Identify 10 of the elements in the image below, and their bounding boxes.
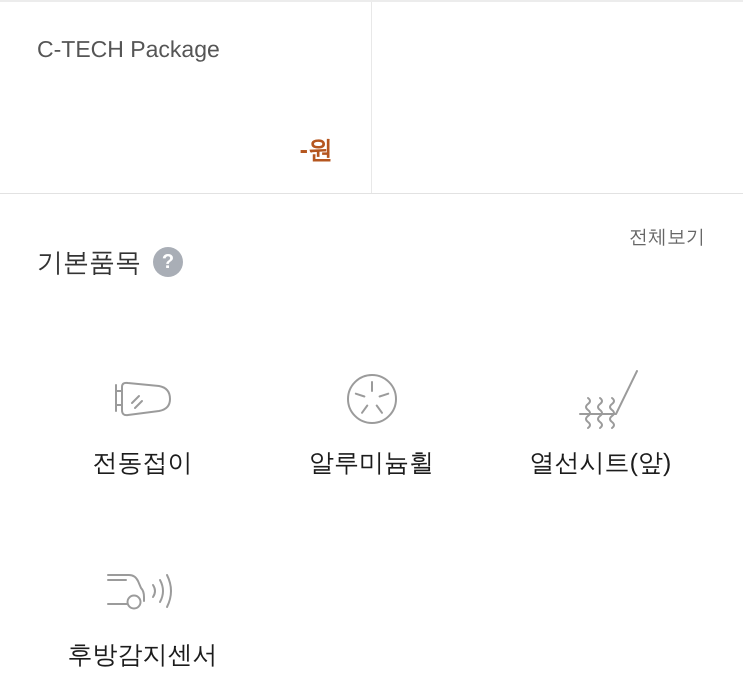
item-label: 알루미늄휠 <box>309 448 434 479</box>
price-text: -원 <box>300 135 333 165</box>
item-label: 열선시트(앞) <box>530 448 672 479</box>
section-title: 기본품목 <box>37 246 141 278</box>
item-label: 전동접이 <box>92 448 192 479</box>
view-all-link[interactable]: 전체보기 <box>629 226 705 250</box>
heated-seat-icon <box>578 368 640 430</box>
wheel-icon <box>346 373 398 425</box>
package-name: C-TECH Package <box>37 35 220 63</box>
item-label: 후방감지센서 <box>68 640 218 671</box>
